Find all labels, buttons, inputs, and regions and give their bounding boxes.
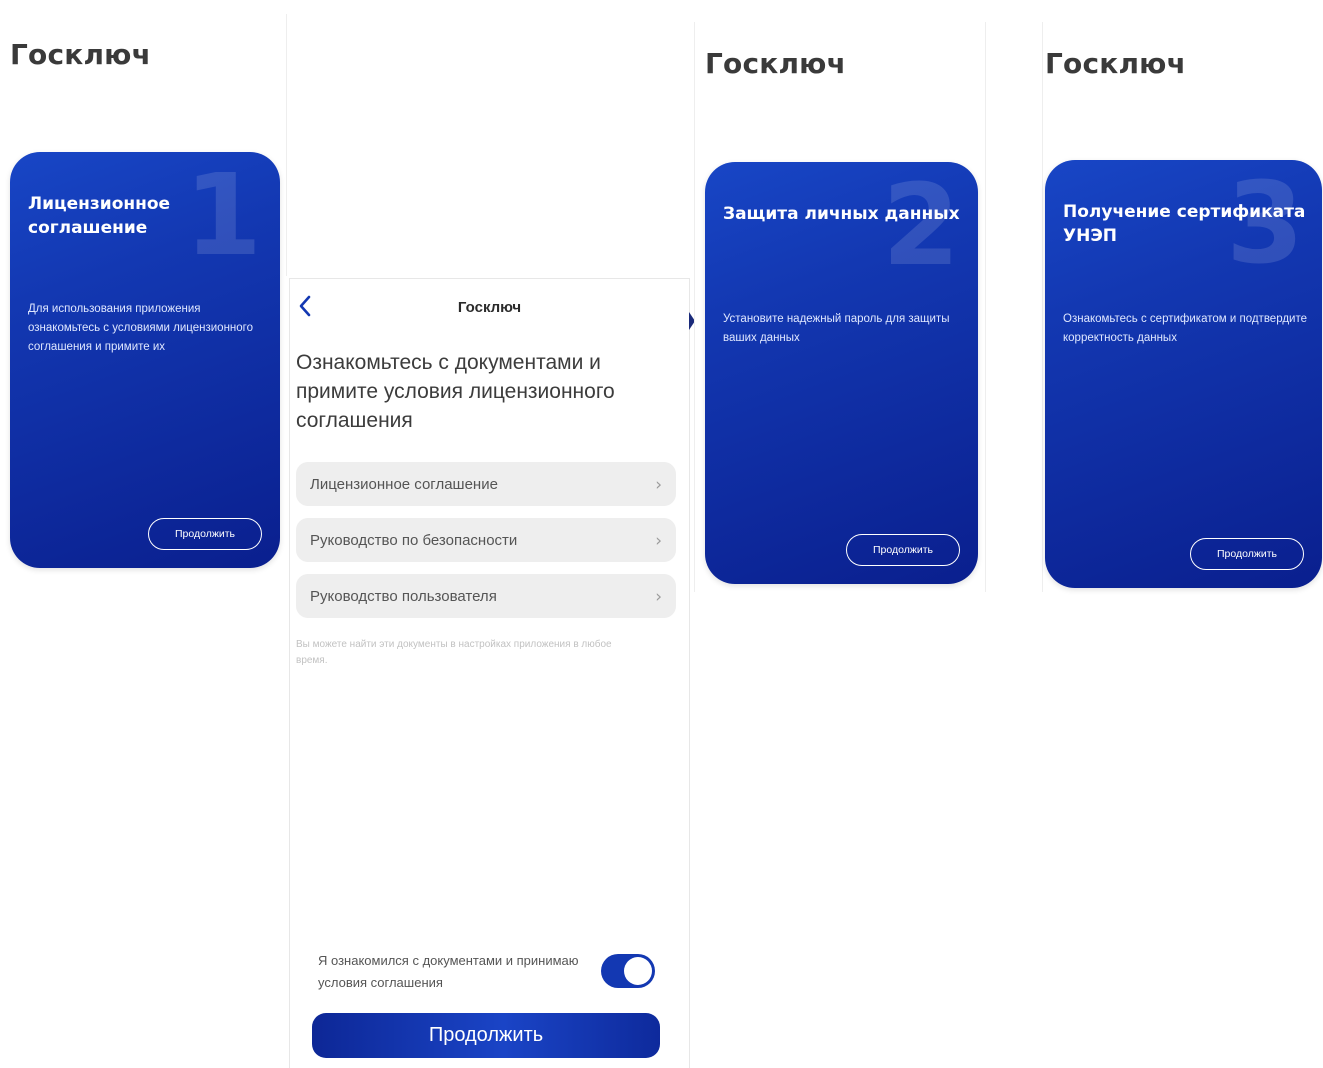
document-item-user-guide[interactable]: Руководство пользователя › xyxy=(296,574,676,618)
chevron-right-icon: › xyxy=(655,587,662,607)
screen-divider xyxy=(985,22,986,592)
document-item-license[interactable]: Лицензионное соглашение › xyxy=(296,462,676,506)
card-title: Лицензионное соглашение xyxy=(28,194,171,238)
screen-divider xyxy=(694,22,695,592)
toggle-knob xyxy=(624,957,652,985)
onboarding-card-certificate: 3 Получение сертификата УНЭП Ознакомьтес… xyxy=(1045,160,1322,588)
step-number: 2 xyxy=(882,162,960,291)
documents-screen: Госключ Ознакомьтесь с документами и при… xyxy=(289,278,690,1068)
continue-button[interactable]: Продолжить xyxy=(148,518,262,550)
document-label: Лицензионное соглашение xyxy=(310,476,498,493)
screen-divider xyxy=(1042,22,1043,592)
card-description: Установите надежный пароль для защиты ва… xyxy=(723,313,950,344)
document-label: Руководство пользователя xyxy=(310,588,497,605)
document-label: Руководство по безопасности xyxy=(310,532,518,549)
continue-button[interactable]: Продолжить xyxy=(846,534,960,566)
app-title-screen-1: Госключ xyxy=(10,38,152,71)
page-heading: Ознакомьтесь с документами и примите усл… xyxy=(296,351,615,432)
card-title: Защита личных данных xyxy=(723,204,960,224)
app-title-screen-3: Госключ xyxy=(705,47,847,80)
onboarding-card-license: 1 Лицензионное соглашение Для использова… xyxy=(10,152,280,568)
card-description: Для использования приложения ознакомьтес… xyxy=(28,303,254,353)
continue-button[interactable]: Продолжить xyxy=(1190,538,1304,570)
chevron-right-icon: › xyxy=(655,475,662,495)
accept-terms-toggle[interactable] xyxy=(601,954,655,988)
card-title: Получение сертификата УНЭП xyxy=(1063,202,1306,246)
continue-button-primary[interactable]: Продолжить xyxy=(312,1013,660,1058)
hint-text: Вы можете найти эти документы в настройк… xyxy=(296,639,612,666)
screen-divider xyxy=(286,14,287,276)
accept-terms-label: Я ознакомился с документами и принимаю у… xyxy=(318,953,579,990)
chevron-right-icon: › xyxy=(655,531,662,551)
document-item-security-guide[interactable]: Руководство по безопасности › xyxy=(296,518,676,562)
app-title-screen-4: Госключ xyxy=(1045,47,1187,80)
nav-title: Госключ xyxy=(457,299,522,316)
card-description: Ознакомьтесь с сертификатом и подтвердит… xyxy=(1063,313,1308,344)
onboarding-card-data-protection: 2 Защита личных данных Установите надежн… xyxy=(705,162,978,584)
